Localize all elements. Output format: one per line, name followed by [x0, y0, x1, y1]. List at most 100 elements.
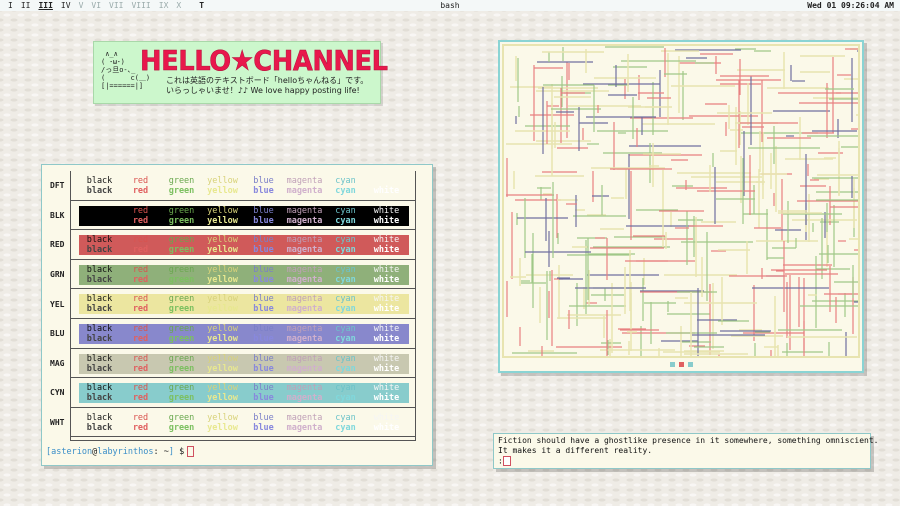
color-sample-black: black black — [86, 353, 113, 374]
color-sample-red: red red — [132, 235, 149, 256]
maze-dot-2 — [678, 362, 684, 367]
color-sample-green: green green — [168, 412, 195, 433]
workspace-3[interactable]: III — [34, 0, 56, 11]
color-sample-green: green green — [168, 383, 195, 404]
color-sample-red: red red — [132, 264, 149, 285]
color-sample-magenta: magenta magenta — [286, 205, 323, 226]
workspace-10[interactable]: X — [172, 0, 185, 11]
color-sample-blue: blue blue — [253, 176, 274, 196]
color-sample-white: whitewhite — [373, 264, 400, 285]
color-sample-green: green green — [168, 323, 195, 344]
row-label-wht: WHT — [50, 418, 65, 428]
workspace-1[interactable]: I — [4, 0, 17, 11]
prompt-user: asterion — [51, 447, 93, 457]
color-sample-white: whitewhite — [373, 353, 400, 374]
workspace-7[interactable]: VII — [105, 0, 127, 11]
color-sample-red: red red — [132, 353, 149, 374]
workspace-6[interactable]: VI — [87, 0, 105, 11]
color-row-yel: black black red red green green yellow yellow bl… — [71, 289, 415, 319]
color-sample-yellow: yellow yellow — [207, 235, 238, 256]
maze-dot-3 — [687, 362, 693, 367]
color-sample-magenta: magenta magenta — [286, 235, 323, 256]
color-row-blk: black black red red green green yellow yellow bl… — [71, 201, 415, 231]
color-sample-cyan: cyan cyan — [335, 383, 356, 404]
workspace-5[interactable]: V — [75, 0, 88, 11]
color-sample-cyan: cyan cyan — [335, 205, 356, 226]
color-sample-yellow: yellow yellow — [207, 205, 238, 226]
color-sample-blue: blue blue — [253, 264, 274, 285]
color-row-cyn: black black red red green green yellow yellow bl… — [71, 378, 415, 408]
color-sample-red: red red — [132, 205, 149, 226]
color-sample-white: whitewhite — [373, 294, 400, 315]
banner-tagline: これは英語のテキストボード「helloちゃんねる」です。 いらっしゃいませ！♪♪… — [166, 76, 368, 96]
text-cursor[interactable] — [187, 446, 195, 457]
color-sample-cyan: cyan cyan — [335, 353, 356, 374]
banner-line-1: これは英語のテキストボード「helloちゃんねる」です。 — [166, 76, 369, 85]
color-sample-white: whitewhite — [373, 205, 400, 226]
color-sample-cyan: cyan cyan — [335, 323, 356, 344]
color-row-red: black black red red green green yellow yellow bl… — [71, 230, 415, 260]
color-sample-green: green green — [168, 176, 195, 196]
color-sample-black: black black — [86, 412, 113, 433]
layout-indicator[interactable]: T — [195, 0, 208, 11]
color-sample-yellow: yellow yellow — [207, 353, 238, 374]
row-label-red: RED — [50, 240, 65, 250]
quote-terminal-window[interactable]: Fiction should have a ghostlike presence… — [493, 433, 879, 469]
color-sample-white: whitewhite — [373, 412, 400, 433]
quote-line-2: It makes it a different reality. — [498, 446, 653, 455]
pager-prompt[interactable]: : — [498, 456, 866, 467]
color-sample-green: green green — [168, 353, 195, 374]
color-row-mag: black black red red green green yellow yellow bl… — [71, 349, 415, 379]
workspace-9[interactable]: IX — [155, 0, 173, 11]
color-sample-magenta: magenta magenta — [286, 264, 323, 285]
color-sample-cyan: cyan cyan — [335, 294, 356, 315]
color-sample-yellow: yellow yellow — [207, 412, 238, 433]
prompt-host: labyrinthos — [97, 447, 154, 457]
color-sample-red: red red — [132, 383, 149, 404]
maze-dot-1 — [669, 362, 675, 367]
color-sample-blue: blue blue — [253, 205, 274, 226]
color-sample-magenta: magenta magenta — [286, 323, 323, 344]
shell-prompt[interactable]: [asterion@labyrinthos: ~] $ — [46, 446, 195, 457]
workspace-2[interactable]: II — [17, 0, 35, 11]
color-sample-red: red red — [132, 323, 149, 344]
color-sample-black: black black — [86, 235, 113, 256]
color-sample-white: whitewhite — [373, 383, 400, 404]
color-row-grn: black black red red green green yellow yellow bl… — [71, 260, 415, 290]
row-label-dft: DFT — [50, 181, 65, 191]
row-label-blk: BLK — [50, 210, 65, 220]
workspace-list: I II III IV V VI VII VIII IX X T — [4, 0, 208, 11]
color-sample-black: black black — [86, 205, 113, 226]
row-label-mag: MAG — [50, 358, 65, 368]
color-row-wht: black black red red green green yellow yellow bl… — [71, 408, 415, 438]
color-sample-green: green green — [168, 294, 195, 315]
clock: Wed 01 09:26:04 AM — [807, 1, 894, 10]
color-sample-green: green green — [168, 205, 195, 226]
color-row-dft: black black red red green green yellow yellow bl… — [71, 171, 415, 201]
terminal-window[interactable]: DFT BLK RED GRN YEL BLU MAG CYN WHT black black re… — [41, 164, 433, 466]
color-sample-yellow: yellow yellow — [207, 264, 238, 285]
color-sample-magenta: magenta magenta — [286, 412, 323, 433]
maze-window[interactable] — [498, 40, 864, 373]
color-sample-yellow: yellow yellow — [207, 176, 238, 196]
color-table: black black red red green green yellow yellow bl… — [70, 171, 416, 441]
color-sample-blue: blue blue — [253, 235, 274, 256]
color-sample-cyan: cyan cyan — [335, 176, 356, 196]
quote-line-1: Fiction should have a ghostlike presence… — [498, 436, 879, 445]
workspace-8[interactable]: VIII — [127, 0, 154, 11]
hello-channel-banner[interactable]: ∧_∧ ( ･ω･) /っ旦o-､_ ( c(＿) [|======|] HEL… — [93, 41, 388, 104]
color-sample-cyan: cyan cyan — [335, 264, 356, 285]
prompt-symbol: $ — [179, 447, 185, 457]
row-label-cyn: CYN — [50, 388, 65, 398]
text-cursor[interactable] — [502, 456, 511, 466]
color-sample-white: whitewhite — [373, 186, 400, 196]
color-sample-black: black black — [86, 323, 113, 344]
banner-line-2: いらっしゃいませ！♪♪ We love happy posting life! — [166, 86, 360, 95]
color-sample-white: whitewhite — [373, 235, 400, 256]
color-sample-red: red red — [132, 412, 149, 433]
workspace-4[interactable]: IV — [57, 0, 75, 11]
status-bar: I II III IV V VI VII VIII IX X T bash Wed 01 09:26… — [0, 0, 900, 11]
color-sample-green: green green — [168, 264, 195, 285]
color-sample-blue: blue blue — [253, 353, 274, 374]
color-sample-magenta: magenta magenta — [286, 383, 323, 404]
